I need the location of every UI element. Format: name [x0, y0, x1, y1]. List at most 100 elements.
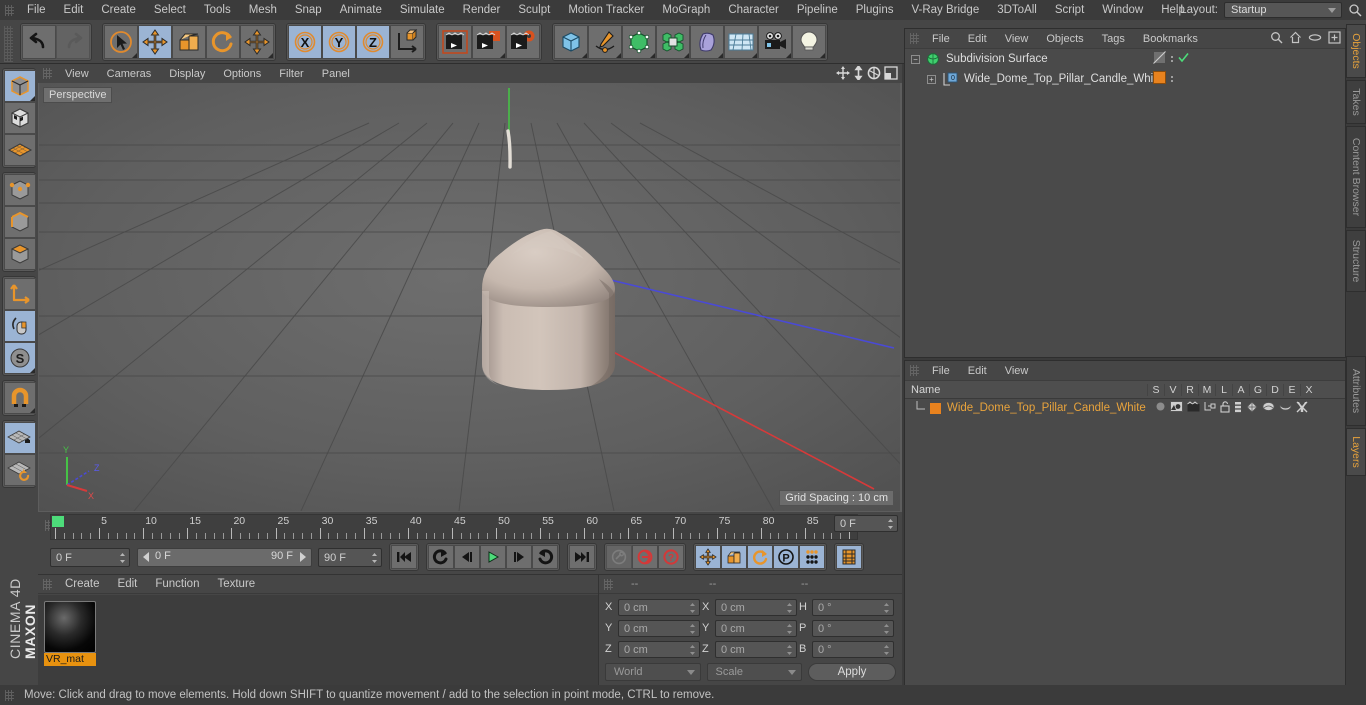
- material-menu-function[interactable]: Function: [146, 574, 208, 594]
- spinner-icon[interactable]: [689, 623, 696, 640]
- tab-content-browser[interactable]: Content Browser: [1346, 126, 1366, 228]
- rotation-field[interactable]: 0 °: [812, 619, 894, 637]
- column-header-v[interactable]: V: [1164, 383, 1181, 396]
- object-axis-mode-button[interactable]: [4, 278, 36, 310]
- spinner-icon[interactable]: [119, 552, 126, 564]
- manager-toggle-icon[interactable]: [1204, 401, 1216, 415]
- menu-file[interactable]: File: [18, 0, 55, 20]
- rotation-field[interactable]: 0 °: [812, 598, 894, 619]
- current-frame-marker[interactable]: [52, 516, 64, 527]
- model-mode-button[interactable]: [4, 70, 36, 102]
- coordinates-grip[interactable]: [604, 578, 613, 590]
- column-header-m[interactable]: M: [1198, 383, 1215, 396]
- autokeying-button[interactable]: [632, 545, 658, 569]
- visibility-dots-icon[interactable]: [1171, 56, 1173, 62]
- step-back-button[interactable]: [454, 545, 480, 569]
- undo-button[interactable]: [22, 25, 56, 59]
- layer-manager-list[interactable]: Wide_Dome_Top_Pillar_Candle_White: [905, 399, 1345, 689]
- layer-menu-edit[interactable]: Edit: [959, 361, 996, 381]
- viewport-menu-filter[interactable]: Filter: [270, 64, 312, 84]
- menu-mograph[interactable]: MoGraph: [653, 0, 719, 20]
- step-forward-button[interactable]: [506, 545, 532, 569]
- menu-edit[interactable]: Edit: [55, 0, 93, 20]
- magnet-tool-button[interactable]: [4, 382, 36, 414]
- menu-create[interactable]: Create: [92, 0, 145, 20]
- render-region-button[interactable]: [472, 25, 506, 59]
- menu-script[interactable]: Script: [1046, 0, 1093, 20]
- scale-key-button[interactable]: [721, 545, 747, 569]
- object-manager-grip[interactable]: [910, 33, 919, 44]
- generator-toggle-icon[interactable]: [1246, 400, 1258, 416]
- object-row[interactable]: − Subdivision Surface: [905, 49, 1345, 69]
- layer-menu-file[interactable]: File: [923, 361, 959, 381]
- xpresso-toggle-icon[interactable]: [1296, 401, 1308, 416]
- deformer-toggle-icon[interactable]: [1262, 401, 1275, 415]
- soft-selection-button[interactable]: S: [4, 342, 36, 374]
- menu-mesh[interactable]: Mesh: [240, 0, 286, 20]
- texture-mode-button[interactable]: [4, 102, 36, 134]
- menu-grip[interactable]: [5, 4, 14, 16]
- material-manager-grip[interactable]: [43, 578, 52, 590]
- object-menu-edit[interactable]: Edit: [959, 29, 996, 49]
- spinner-icon[interactable]: [371, 552, 378, 564]
- menu-snap[interactable]: Snap: [286, 0, 331, 20]
- x-axis-lock-button[interactable]: X: [288, 25, 322, 59]
- menu-window[interactable]: Window: [1093, 0, 1152, 20]
- menu-render[interactable]: Render: [454, 0, 510, 20]
- lock-toggle-icon[interactable]: [1220, 400, 1230, 416]
- y-axis-lock-button[interactable]: Y: [322, 25, 356, 59]
- menu-pipeline[interactable]: Pipeline: [788, 0, 847, 20]
- viewport-menu-options[interactable]: Options: [214, 64, 270, 84]
- viewport-menu-display[interactable]: Display: [160, 64, 214, 84]
- tab-attributes[interactable]: Attributes: [1346, 356, 1366, 426]
- object-menu-bookmarks[interactable]: Bookmarks: [1134, 29, 1207, 49]
- menu-tools[interactable]: Tools: [195, 0, 240, 20]
- object-row[interactable]: +0 Wide_Dome_Top_Pillar_Candle_White: [905, 69, 1345, 89]
- add-cube-object-button[interactable]: [554, 25, 588, 59]
- workplane-reset-button[interactable]: [4, 454, 36, 486]
- column-header-s[interactable]: S: [1147, 383, 1164, 396]
- viewport-canvas[interactable]: Y Z X Perspective Grid Spacing : 10 cm: [39, 83, 900, 511]
- position-key-button[interactable]: [695, 545, 721, 569]
- redo-button[interactable]: [56, 25, 90, 59]
- tab-objects[interactable]: Objects: [1346, 24, 1366, 78]
- toolbar-grip[interactable]: [4, 26, 13, 62]
- material-menu-create[interactable]: Create: [56, 574, 109, 594]
- tab-structure[interactable]: Structure: [1346, 230, 1366, 292]
- add-deformer-object-button[interactable]: [690, 25, 724, 59]
- new-layer-icon[interactable]: [1328, 31, 1341, 47]
- collapse-icon[interactable]: −: [911, 54, 920, 64]
- spinner-icon[interactable]: [887, 518, 894, 530]
- spinner-icon[interactable]: [883, 602, 890, 619]
- size-field[interactable]: 0 cm: [715, 619, 797, 637]
- rotation-field[interactable]: 0 °: [812, 640, 894, 658]
- menu-plugins[interactable]: Plugins: [847, 0, 903, 20]
- live-selection-button[interactable]: [104, 25, 138, 59]
- position-field[interactable]: 0 cm: [618, 598, 700, 616]
- add-spline-object-button[interactable]: [588, 25, 622, 59]
- range-left-arrow-icon[interactable]: [142, 551, 151, 566]
- zoom-icon[interactable]: [853, 64, 864, 83]
- layer-color-swatch[interactable]: [930, 402, 941, 414]
- size-field[interactable]: 0 cm: [715, 598, 797, 616]
- enable-snapping-button[interactable]: [4, 310, 36, 342]
- column-header-g[interactable]: G: [1249, 383, 1266, 396]
- tab-layers[interactable]: Layers: [1346, 428, 1366, 476]
- add-camera-object-button[interactable]: [758, 25, 792, 59]
- global-search-icon[interactable]: [1348, 3, 1362, 20]
- coordinate-mode-dropdown[interactable]: Scale: [706, 663, 802, 681]
- visibility-dots-icon[interactable]: [1171, 76, 1173, 82]
- animation-toggle-icon[interactable]: [1234, 401, 1242, 416]
- workplane-mode-button[interactable]: [4, 134, 36, 166]
- polygon-mode-button[interactable]: [4, 238, 36, 270]
- object-menu-tags[interactable]: Tags: [1093, 29, 1134, 49]
- move-tool-button[interactable]: [138, 25, 172, 59]
- next-keyframe-button[interactable]: [532, 545, 558, 569]
- viewport-grip[interactable]: [43, 68, 52, 79]
- column-header-x[interactable]: X: [1300, 383, 1317, 396]
- spinner-icon[interactable]: [689, 644, 696, 661]
- layout-dropdown[interactable]: Startup: [1224, 2, 1342, 18]
- record-active-objects-button[interactable]: [606, 545, 632, 569]
- material-chip[interactable]: VR_mat: [44, 601, 96, 666]
- tab-takes[interactable]: Takes: [1346, 80, 1366, 124]
